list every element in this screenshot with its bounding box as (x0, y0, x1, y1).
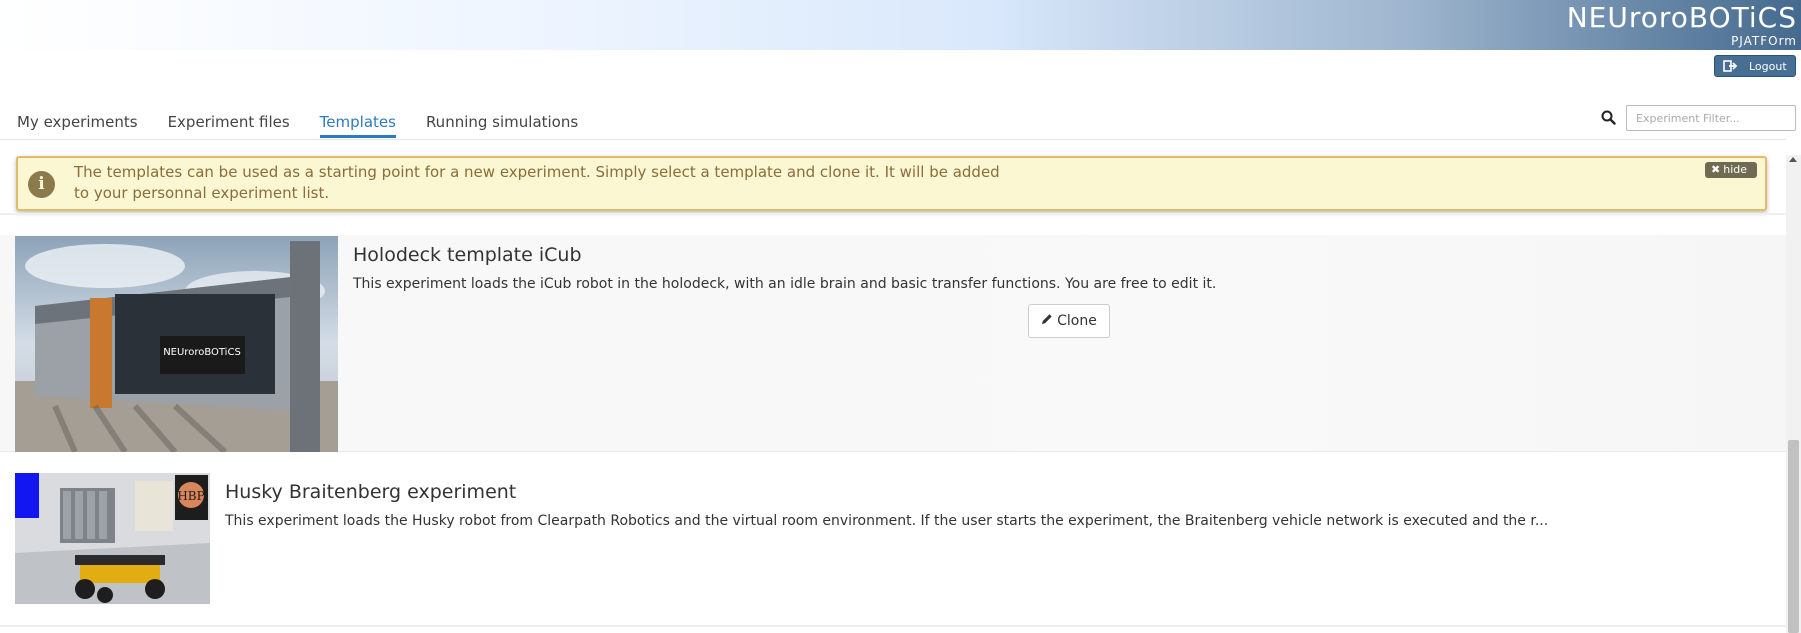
tabs-divider (0, 139, 1786, 140)
brand-subtitle: PJATFOrm (1731, 34, 1797, 48)
sign-out-icon (1723, 60, 1737, 72)
brand-logo: NEUroroBOTiCS PJATFOrm (1541, 1, 1801, 48)
top-banner: NEUroroBOTiCS PJATFOrm (0, 0, 1801, 50)
experiment-title: Holodeck template iCub (353, 244, 582, 266)
scroll-up-icon[interactable] (1789, 157, 1797, 162)
experiment-description: This experiment loads the iCub robot in … (353, 276, 1217, 292)
hide-button[interactable]: ✖ hide (1705, 162, 1757, 178)
scrollbar-thumb[interactable] (1788, 440, 1799, 633)
tab-my-experiments[interactable]: My experiments (17, 112, 138, 138)
clone-button[interactable]: Clone (1028, 304, 1110, 338)
info-alert: i The templates can be used as a startin… (16, 156, 1767, 211)
thumbnail-logo-text: HBP (177, 489, 204, 503)
pencil-icon (1041, 313, 1053, 329)
search-icon (1601, 110, 1617, 126)
close-icon: ✖ (1711, 163, 1721, 176)
info-icon: i (28, 171, 55, 198)
alert-message: The templates can be used as a starting … (74, 162, 1024, 204)
logout-label: Logout (1749, 59, 1787, 73)
tab-experiment-files[interactable]: Experiment files (168, 112, 290, 138)
list-separator (0, 213, 1786, 215)
hide-label: hide (1723, 163, 1747, 176)
experiment-tabs: My experiments Experiment files Template… (17, 112, 608, 138)
experiment-description: This experiment loads the Husky robot fr… (225, 513, 1549, 529)
tab-templates[interactable]: Templates (319, 112, 397, 138)
experiment-filter-input[interactable] (1626, 105, 1796, 131)
experiment-title: Husky Braitenberg experiment (225, 481, 517, 503)
experiment-thumbnail: NEUroroBOTiCS (15, 236, 338, 452)
tab-running-simulations[interactable]: Running simulations (426, 112, 578, 138)
clone-label: Clone (1057, 313, 1097, 329)
thumbnail-brand-text: NEUroroBOTiCS (163, 347, 241, 358)
brand-name: NEUroroBOTiCS (1566, 1, 1797, 34)
logout-button[interactable]: Logout (1714, 55, 1796, 77)
alert-line-2: to your personnal experiment list. (74, 184, 330, 202)
experiment-thumbnail: HBP (15, 473, 210, 604)
alert-line-1: The templates can be used as a starting … (74, 163, 1000, 181)
